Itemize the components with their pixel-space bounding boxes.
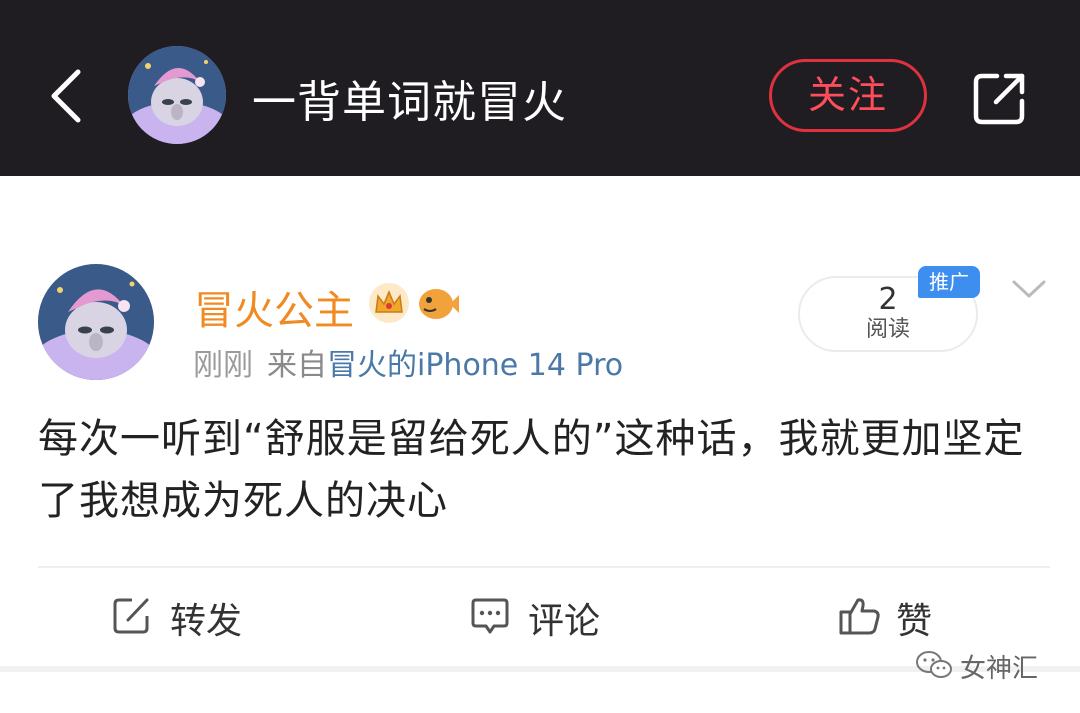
read-label: 阅读: [865, 317, 910, 342]
watermark-text: 女神汇: [960, 654, 1039, 684]
top-bar: 一背单词就冒火 关注: [0, 0, 1080, 176]
avatar-image: [38, 264, 154, 380]
back-arrow-icon: [51, 69, 81, 123]
author-avatar[interactable]: [38, 264, 154, 380]
repost-icon: [113, 598, 149, 634]
post-content: 每次一听到“舒服是留给死人的”这种话，我就更加坚定了我想成为死人的决心: [38, 416, 1025, 524]
divider: [38, 566, 1050, 568]
promo-badge[interactable]: 推广: [918, 266, 980, 298]
comment-label: 评论: [528, 601, 601, 642]
follow-button[interactable]: 关注: [769, 59, 927, 132]
back-button[interactable]: [42, 64, 92, 128]
wechat-icon: [916, 651, 952, 678]
like-label: 赞: [896, 601, 933, 642]
repost-label: 转发: [170, 601, 243, 642]
fish-icon: [419, 289, 459, 319]
share-button[interactable]: [970, 68, 1030, 128]
source-prefix: 来自: [267, 348, 327, 383]
thumbs-up-icon: [839, 598, 880, 635]
author-name[interactable]: 冒火公主: [194, 278, 354, 336]
comment-icon: [471, 598, 509, 634]
share-icon: [973, 73, 1025, 125]
page-title: 一背单词就冒火: [252, 77, 567, 128]
header-avatar[interactable]: [128, 46, 226, 144]
source-device[interactable]: 冒火的iPhone 14 Pro: [327, 348, 623, 383]
crown-icon: [369, 283, 409, 323]
more-options-button[interactable]: [1006, 274, 1052, 304]
chevron-down-icon: [1012, 280, 1046, 298]
avatar-image: [128, 46, 226, 144]
post-meta: 刚刚 来自冒火的iPhone 14 Pro: [193, 340, 623, 384]
post-time: 刚刚: [193, 348, 253, 383]
